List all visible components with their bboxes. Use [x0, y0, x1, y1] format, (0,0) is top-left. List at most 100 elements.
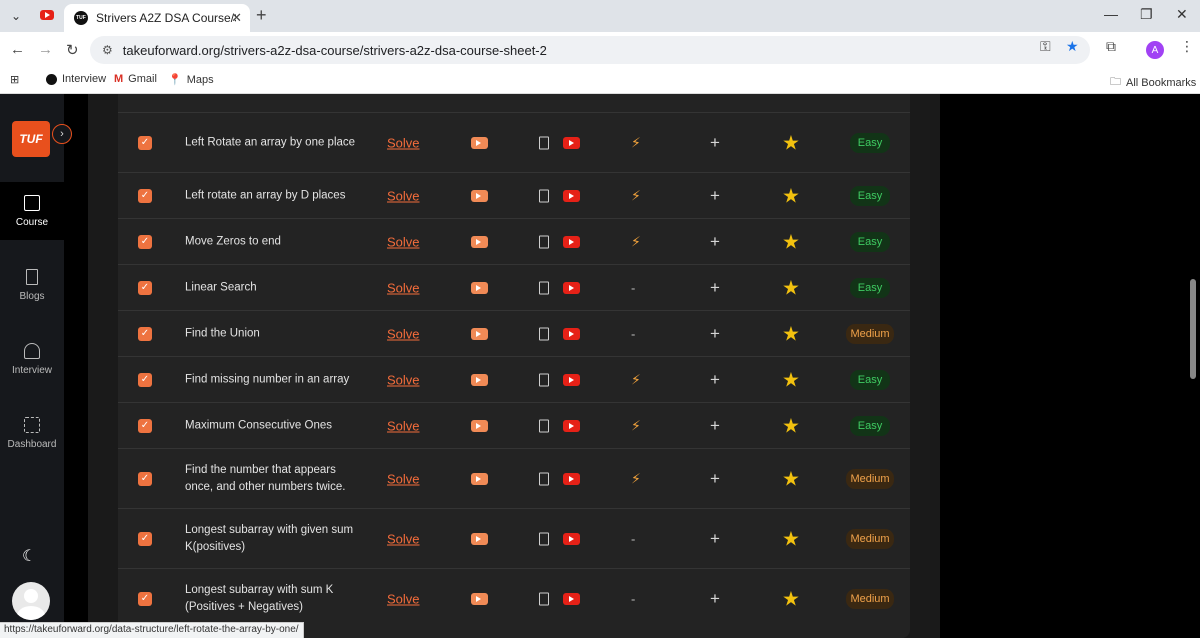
done-checkbox[interactable]: ✓: [138, 326, 152, 341]
done-checkbox[interactable]: ✓: [138, 372, 152, 387]
forward-icon[interactable]: →: [38, 41, 53, 58]
youtube-icon[interactable]: [563, 472, 580, 485]
add-note-plus-icon[interactable]: +: [710, 416, 720, 436]
revision-star-icon[interactable]: ★: [782, 275, 800, 300]
practice-icon[interactable]: ⚡: [631, 187, 641, 204]
problem-name[interactable]: Left rotate an array by D places: [185, 187, 365, 204]
revision-star-icon[interactable]: ★: [782, 321, 800, 346]
bookmark-star-icon[interactable]: ★: [1066, 38, 1079, 55]
done-checkbox[interactable]: ✓: [138, 234, 152, 249]
profile-avatar[interactable]: A: [1146, 41, 1164, 59]
problem-name[interactable]: Find the number that appears once, and o…: [185, 462, 365, 496]
article-doc-icon[interactable]: [539, 136, 549, 149]
video-icon[interactable]: [471, 419, 488, 432]
video-icon[interactable]: [471, 136, 488, 149]
practice-icon[interactable]: ⚡: [631, 134, 641, 151]
add-note-plus-icon[interactable]: +: [710, 469, 720, 489]
revision-star-icon[interactable]: ★: [782, 586, 800, 611]
tab-search-chevron-icon[interactable]: ⌄: [6, 6, 26, 26]
solve-link[interactable]: Solve: [387, 188, 420, 203]
close-tab-icon[interactable]: ✕: [231, 10, 242, 26]
article-doc-icon[interactable]: [539, 327, 549, 340]
solve-link[interactable]: Solve: [387, 531, 420, 546]
solve-link[interactable]: Solve: [387, 234, 420, 249]
practice-icon[interactable]: -: [631, 591, 635, 606]
minimize-icon[interactable]: —: [1104, 6, 1118, 22]
solve-link[interactable]: Solve: [387, 372, 420, 387]
youtube-icon[interactable]: [563, 235, 580, 248]
done-checkbox[interactable]: ✓: [138, 280, 152, 295]
problem-name[interactable]: Left Rotate an array by one place: [185, 134, 365, 151]
revision-star-icon[interactable]: ★: [782, 466, 800, 491]
bookmark-interview[interactable]: Interview: [46, 73, 106, 85]
active-tab[interactable]: TUF Strivers A2Z DSA Course/Sheet ✕: [64, 4, 250, 32]
problem-name[interactable]: Longest subarray with given sum K(positi…: [185, 522, 365, 556]
practice-icon[interactable]: -: [631, 326, 635, 341]
practice-icon[interactable]: -: [631, 280, 635, 295]
close-window-icon[interactable]: ✕: [1176, 6, 1188, 23]
done-checkbox[interactable]: ✓: [138, 471, 152, 486]
solve-link[interactable]: Solve: [387, 326, 420, 341]
site-info-icon[interactable]: ⚙: [102, 43, 113, 57]
user-avatar[interactable]: [12, 582, 50, 620]
revision-star-icon[interactable]: ★: [782, 183, 800, 208]
solve-link[interactable]: Solve: [387, 418, 420, 433]
menu-dots-icon[interactable]: ⋮: [1180, 38, 1194, 55]
article-doc-icon[interactable]: [539, 281, 549, 294]
done-checkbox[interactable]: ✓: [138, 418, 152, 433]
reload-icon[interactable]: ↻: [66, 41, 79, 59]
apps-grid-icon[interactable]: ⊞: [10, 73, 19, 86]
problem-name[interactable]: Linear Search: [185, 279, 365, 296]
video-icon[interactable]: [471, 189, 488, 202]
done-checkbox[interactable]: ✓: [138, 591, 152, 606]
youtube-icon[interactable]: [563, 532, 580, 545]
all-bookmarks[interactable]: 🗀 All Bookmarks: [1110, 73, 1196, 92]
video-icon[interactable]: [471, 281, 488, 294]
practice-icon[interactable]: ⚡: [631, 371, 641, 388]
youtube-icon[interactable]: [563, 281, 580, 294]
practice-icon[interactable]: -: [631, 531, 635, 546]
solve-link[interactable]: Solve: [387, 591, 420, 606]
add-note-plus-icon[interactable]: +: [710, 324, 720, 344]
dark-mode-moon-icon[interactable]: ☾: [22, 546, 36, 566]
video-icon[interactable]: [471, 373, 488, 386]
article-doc-icon[interactable]: [539, 189, 549, 202]
extensions-icon[interactable]: ⧉: [1106, 38, 1116, 55]
youtube-icon[interactable]: [563, 373, 580, 386]
article-doc-icon[interactable]: [539, 235, 549, 248]
problem-name[interactable]: Find the Union: [185, 325, 365, 342]
restore-icon[interactable]: ❐: [1140, 6, 1153, 23]
tuf-logo[interactable]: TUF: [12, 121, 50, 157]
revision-star-icon[interactable]: ★: [782, 526, 800, 551]
add-note-plus-icon[interactable]: +: [710, 278, 720, 298]
article-doc-icon[interactable]: [539, 592, 549, 605]
sidebar-item-course[interactable]: Course: [0, 182, 64, 240]
solve-link[interactable]: Solve: [387, 135, 420, 150]
youtube-icon[interactable]: [563, 419, 580, 432]
sidebar-item-dashboard[interactable]: Dashboard: [0, 404, 64, 462]
url-text[interactable]: takeuforward.org/strivers-a2z-dsa-course…: [123, 43, 547, 58]
revision-star-icon[interactable]: ★: [782, 367, 800, 392]
problem-name[interactable]: Move Zeros to end: [185, 233, 365, 250]
back-icon[interactable]: ←: [10, 41, 25, 58]
sidebar-item-interview[interactable]: Interview: [0, 330, 64, 388]
add-note-plus-icon[interactable]: +: [710, 186, 720, 206]
practice-icon[interactable]: ⚡: [631, 233, 641, 250]
done-checkbox[interactable]: ✓: [138, 188, 152, 203]
address-bar[interactable]: ⚙ takeuforward.org/strivers-a2z-dsa-cour…: [90, 36, 1090, 64]
expand-sidebar-chevron-icon[interactable]: ›: [52, 124, 72, 144]
problem-name[interactable]: Maximum Consecutive Ones: [185, 417, 365, 434]
youtube-tab-icon[interactable]: [40, 10, 54, 20]
video-icon[interactable]: [471, 532, 488, 545]
problem-name[interactable]: Find missing number in an array: [185, 371, 365, 388]
add-note-plus-icon[interactable]: +: [710, 589, 720, 609]
revision-star-icon[interactable]: ★: [782, 413, 800, 438]
article-doc-icon[interactable]: [539, 532, 549, 545]
bookmark-maps[interactable]: 📍 Maps: [168, 73, 214, 87]
video-icon[interactable]: [471, 327, 488, 340]
new-tab-icon[interactable]: +: [256, 5, 267, 26]
page-scrollbar[interactable]: [1190, 279, 1196, 379]
article-doc-icon[interactable]: [539, 373, 549, 386]
password-key-icon[interactable]: ⚿: [1040, 38, 1051, 55]
revision-star-icon[interactable]: ★: [782, 130, 800, 155]
